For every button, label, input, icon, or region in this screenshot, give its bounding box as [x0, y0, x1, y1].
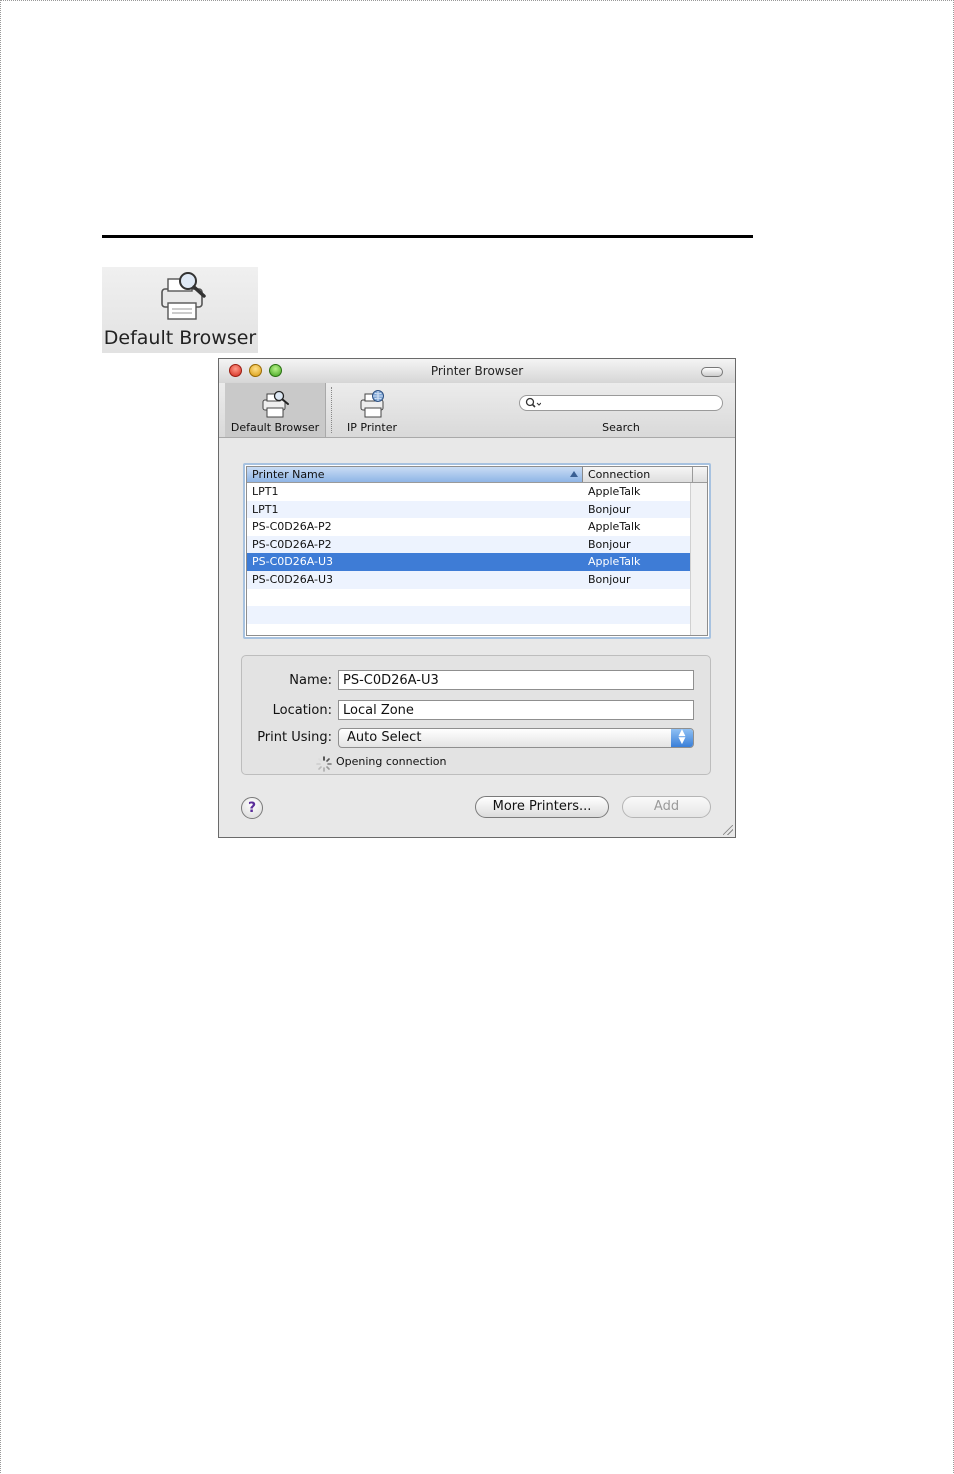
table-row-selected[interactable]: PS-C0D26A-U3 AppleTalk — [247, 553, 693, 571]
more-printers-button[interactable]: More Printers... — [475, 796, 609, 818]
vertical-scrollbar[interactable] — [690, 483, 707, 635]
column-header-connection-label: Connection — [588, 468, 651, 481]
printer-name-cell: PS-C0D26A-P2 — [252, 520, 332, 534]
printer-name-cell: PS-C0D26A-U3 — [252, 572, 334, 586]
printer-name-cell: PS-C0D26A-U3 — [252, 555, 334, 569]
toolbar-separator — [331, 387, 332, 433]
table-header: Printer Name Connection — [247, 467, 707, 483]
location-field[interactable]: Local Zone — [338, 700, 694, 720]
name-label: Name: — [289, 673, 332, 688]
horizontal-rule — [102, 235, 753, 238]
title-bar[interactable]: Printer Browser — [219, 359, 735, 384]
default-browser-toolbar-icon: Default Browser — [102, 267, 258, 353]
spinner-icon — [316, 756, 332, 772]
search-icon — [525, 397, 541, 408]
printer-magnifier-icon — [161, 272, 206, 320]
table-row[interactable]: PS-C0D26A-P2 AppleTalk — [247, 518, 693, 536]
name-field[interactable]: PS-C0D26A-U3 — [338, 670, 694, 690]
add-button[interactable]: Add — [622, 796, 711, 818]
connection-cell: AppleTalk — [588, 520, 641, 534]
printer-info-panel: Name: PS-C0D26A-U3 Location: Local Zone … — [241, 655, 711, 775]
default-browser-large-label: Default Browser — [103, 327, 257, 349]
printer-list[interactable]: Printer Name Connection LPT1 AppleTalk L… — [243, 463, 711, 639]
table-row[interactable]: LPT1 AppleTalk — [247, 483, 693, 501]
printer-name-cell: PS-C0D26A-P2 — [252, 537, 332, 551]
window-title: Printer Browser — [430, 364, 524, 378]
column-header-printer-name[interactable]: Printer Name — [247, 467, 583, 482]
connection-cell: AppleTalk — [588, 555, 641, 569]
connection-cell: Bonjour — [588, 502, 631, 516]
table-row[interactable]: LPT1 Bonjour — [247, 500, 693, 519]
print-using-label: Print Using: — [257, 730, 332, 745]
sort-ascending-icon — [570, 471, 578, 477]
printer-search-icon — [262, 390, 289, 418]
toolbar-toggle-button[interactable] — [701, 367, 723, 377]
popup-arrows-icon: ▲ ▼ — [671, 729, 693, 747]
toolbar-default-browser-label: Default Browser — [230, 421, 320, 434]
empty-row — [247, 606, 693, 624]
help-button[interactable]: ? — [241, 797, 263, 819]
status-text: Opening connection — [336, 755, 447, 768]
print-using-value: Auto Select — [347, 730, 422, 745]
resize-grip-icon[interactable] — [723, 825, 733, 835]
connection-cell: AppleTalk — [588, 485, 641, 498]
location-label: Location: — [272, 703, 332, 718]
connection-cell: Bonjour — [588, 572, 631, 586]
printer-name-cell: LPT1 — [252, 502, 279, 516]
column-header-printer-name-label: Printer Name — [252, 468, 325, 481]
printer-table: Printer Name Connection LPT1 AppleTalk L… — [246, 466, 708, 636]
table-body: LPT1 AppleTalk LPT1 Bonjour PS-C0D26A-P2… — [247, 483, 693, 624]
ip-printer-icon — [360, 390, 384, 418]
column-header-connection[interactable]: Connection — [583, 467, 693, 482]
connection-cell: Bonjour — [588, 537, 631, 551]
search-input[interactable] — [519, 395, 723, 411]
printer-name-cell: LPT1 — [252, 485, 279, 498]
toolbar-ip-printer-label: IP Printer — [347, 421, 397, 434]
print-using-select[interactable]: Auto Select ▲ ▼ — [338, 728, 694, 748]
toolbar: Default Browser IP Printer Search — [219, 383, 735, 438]
printer-browser-window: Printer Browser Default Browser IP Print… — [218, 358, 736, 838]
empty-row — [247, 589, 693, 607]
table-row[interactable]: PS-C0D26A-U3 Bonjour — [247, 570, 693, 589]
search-label: Search — [602, 421, 640, 434]
table-row[interactable]: PS-C0D26A-P2 Bonjour — [247, 535, 693, 554]
toolbar-default-browser[interactable]: Default Browser — [225, 383, 326, 437]
toolbar-ip-printer[interactable]: IP Printer — [337, 383, 407, 437]
